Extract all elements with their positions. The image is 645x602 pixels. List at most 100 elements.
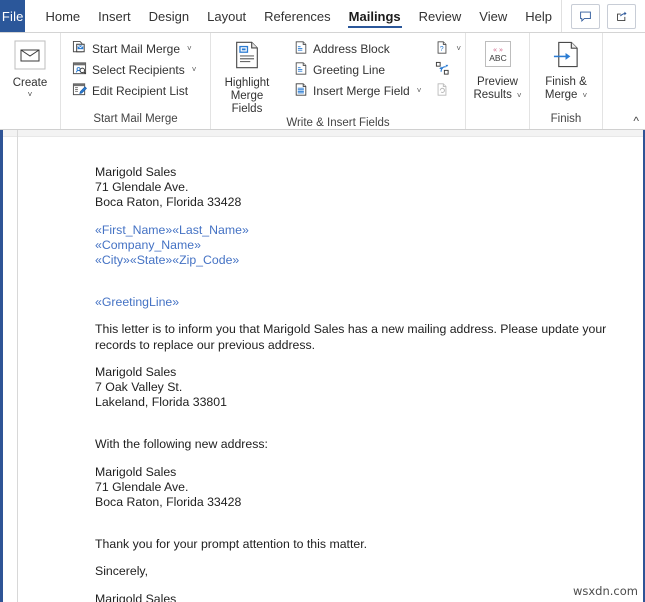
greeting-line-icon bbox=[294, 61, 308, 79]
merge-field-company-line[interactable]: «Company_Name» bbox=[95, 238, 613, 253]
envelope-icon bbox=[14, 40, 46, 74]
new-address-block: Marigold Sales 71 Glendale Ave. Boca Rat… bbox=[95, 465, 613, 511]
start-mail-merge-label: Start Mail Merge bbox=[92, 41, 181, 56]
signature: Marigold Sales bbox=[95, 591, 177, 602]
rules-icon: ? bbox=[435, 40, 449, 58]
ribbon-tabs: Home Insert Design Layout References Mai… bbox=[25, 0, 561, 32]
ribbon: Create ˅ Start Mail Merge ˅ Select Recip… bbox=[0, 33, 645, 130]
new-address-intro: With the following new address: bbox=[95, 437, 268, 452]
tab-layout[interactable]: Layout bbox=[198, 0, 255, 32]
select-recipients-icon bbox=[72, 61, 87, 79]
update-labels-icon bbox=[435, 82, 449, 100]
document-top-strip bbox=[3, 130, 643, 137]
share-icon bbox=[616, 11, 627, 21]
sender-address-line-3: Boca Raton, Florida 33428 bbox=[95, 195, 242, 210]
finish-and-merge-label-1: Finish & bbox=[545, 76, 587, 88]
highlight-merge-fields-label-1: Highlight bbox=[224, 77, 270, 89]
ribbon-group-write-insert-fields: Highlight Merge Fields Address Block Gre… bbox=[210, 33, 465, 129]
greeting-line-button[interactable]: Greeting Line bbox=[291, 59, 424, 80]
start-mail-merge-icon bbox=[72, 40, 87, 58]
chevron-down-icon[interactable]: ˅ bbox=[187, 44, 192, 53]
highlight-merge-fields-button[interactable]: Highlight Merge Fields bbox=[211, 38, 283, 116]
chevron-down-icon[interactable]: ˅ bbox=[417, 86, 422, 95]
select-recipients-button[interactable]: Select Recipients ˅ bbox=[69, 59, 199, 80]
address-block-label: Address Block bbox=[313, 41, 390, 56]
tab-references[interactable]: References bbox=[255, 0, 339, 32]
highlight-merge-fields-label-2: Merge Fields bbox=[230, 90, 264, 115]
tabbar-right-buttons bbox=[561, 0, 645, 32]
create-button-label: Create bbox=[12, 77, 48, 89]
greeting-line-label: Greeting Line bbox=[313, 62, 386, 77]
tab-help[interactable]: Help bbox=[516, 0, 561, 32]
edit-recipient-list-icon bbox=[72, 82, 87, 100]
finish-and-merge-label-2: Merge bbox=[544, 89, 578, 101]
chevron-down-icon[interactable]: ˅ bbox=[517, 89, 522, 102]
share-button[interactable] bbox=[607, 3, 636, 29]
preview-results-abc-icon: « » ABC bbox=[482, 40, 514, 73]
ribbon-group-create-label bbox=[0, 112, 60, 129]
closing-sincerely: Sincerely, bbox=[95, 564, 149, 579]
tab-home[interactable]: Home bbox=[36, 0, 89, 32]
ribbon-tab-bar: File Home Insert Design Layout Reference… bbox=[0, 0, 645, 33]
rules-button[interactable]: ? ˅ bbox=[432, 38, 464, 59]
highlight-merge-fields-icon bbox=[232, 40, 262, 74]
chevron-down-icon[interactable]: ˅ bbox=[456, 44, 461, 53]
match-fields-button[interactable] bbox=[432, 59, 464, 80]
closing-thanks: Thank you for your prompt attention to t… bbox=[95, 537, 368, 552]
preview-results-button[interactable]: « » ABC Preview Results ˅ bbox=[469, 38, 525, 102]
start-mail-merge-button[interactable]: Start Mail Merge ˅ bbox=[69, 38, 199, 59]
ribbon-group-finish-label: Finish bbox=[550, 113, 582, 125]
document-area[interactable]: Marigold Sales 71 Glendale Ave. Boca Rat… bbox=[0, 130, 645, 602]
insert-merge-field-icon bbox=[294, 82, 308, 100]
address-block-button[interactable]: Address Block bbox=[291, 38, 424, 59]
ribbon-group-preview-results: « » ABC Preview Results ˅ bbox=[465, 33, 529, 129]
tab-review[interactable]: Review bbox=[410, 0, 471, 32]
collapse-ribbon-button[interactable]: ^ bbox=[633, 115, 639, 127]
merge-field-name-line[interactable]: «First_Name»«Last_Name» bbox=[95, 223, 613, 238]
ribbon-group-start-mail-merge-label: Start Mail Merge bbox=[93, 113, 178, 125]
sender-address-block: Marigold Sales 71 Glendale Ave. Boca Rat… bbox=[95, 165, 613, 211]
tab-file[interactable]: File bbox=[0, 0, 26, 32]
merge-field-city-state-zip-line[interactable]: «City»«State»«Zip_Code» bbox=[95, 253, 613, 268]
edit-recipient-list-button[interactable]: Edit Recipient List bbox=[69, 80, 199, 101]
ribbon-group-start-mail-merge: Start Mail Merge ˅ Select Recipients ˅ E… bbox=[60, 33, 210, 129]
chevron-down-icon[interactable]: ˅ bbox=[28, 91, 33, 99]
insert-merge-field-button[interactable]: Insert Merge Field ˅ bbox=[291, 80, 424, 101]
tab-design[interactable]: Design bbox=[140, 0, 198, 32]
old-address-block: Marigold Sales 7 Oak Valley St. Lakeland… bbox=[95, 365, 613, 411]
sender-address-line-1: Marigold Sales bbox=[95, 165, 177, 179]
tab-view[interactable]: View bbox=[470, 0, 516, 32]
comment-icon bbox=[580, 11, 591, 22]
address-block-icon bbox=[294, 40, 308, 58]
ribbon-group-create: Create ˅ bbox=[0, 33, 60, 129]
tab-mailings[interactable]: Mailings bbox=[340, 0, 410, 32]
ribbon-group-finish: Finish & Merge ˅ Finish bbox=[529, 33, 602, 129]
preview-results-label-2: Results bbox=[473, 89, 512, 101]
svg-text:ABC: ABC bbox=[489, 53, 506, 63]
edit-recipient-list-label: Edit Recipient List bbox=[92, 83, 189, 98]
tab-insert[interactable]: Insert bbox=[89, 0, 140, 32]
old-address-line-2: 7 Oak Valley St. bbox=[95, 380, 183, 395]
merge-field-block[interactable]: «First_Name»«Last_Name» «Company_Name» «… bbox=[95, 223, 613, 269]
site-watermark: wsxdn.com bbox=[572, 584, 638, 598]
new-address-line-2: 71 Glendale Ave. bbox=[95, 479, 189, 494]
finish-and-merge-button[interactable]: Finish & Merge ˅ bbox=[541, 38, 591, 102]
update-labels-button[interactable] bbox=[432, 80, 464, 101]
create-button[interactable]: Create ˅ bbox=[9, 38, 52, 99]
insert-merge-field-label: Insert Merge Field bbox=[313, 83, 410, 98]
select-recipients-label: Select Recipients bbox=[92, 62, 185, 77]
new-address-line-1: Marigold Sales bbox=[95, 464, 177, 479]
document-page[interactable]: Marigold Sales 71 Glendale Ave. Boca Rat… bbox=[95, 165, 613, 602]
body-paragraph: This letter is to inform you that Marigo… bbox=[95, 322, 607, 352]
chevron-down-icon[interactable]: ˅ bbox=[582, 89, 587, 102]
new-address-line-3: Boca Raton, Florida 33428 bbox=[95, 495, 242, 510]
comments-button[interactable] bbox=[571, 3, 600, 29]
chevron-down-icon[interactable]: ˅ bbox=[192, 65, 197, 74]
old-address-line-3: Lakeland, Florida 33801 bbox=[95, 395, 227, 410]
match-fields-icon bbox=[435, 61, 450, 79]
finish-merge-icon bbox=[551, 40, 582, 73]
greeting-line-field[interactable]: «GreetingLine» bbox=[95, 295, 613, 310]
preview-results-label-1: Preview bbox=[477, 76, 518, 88]
